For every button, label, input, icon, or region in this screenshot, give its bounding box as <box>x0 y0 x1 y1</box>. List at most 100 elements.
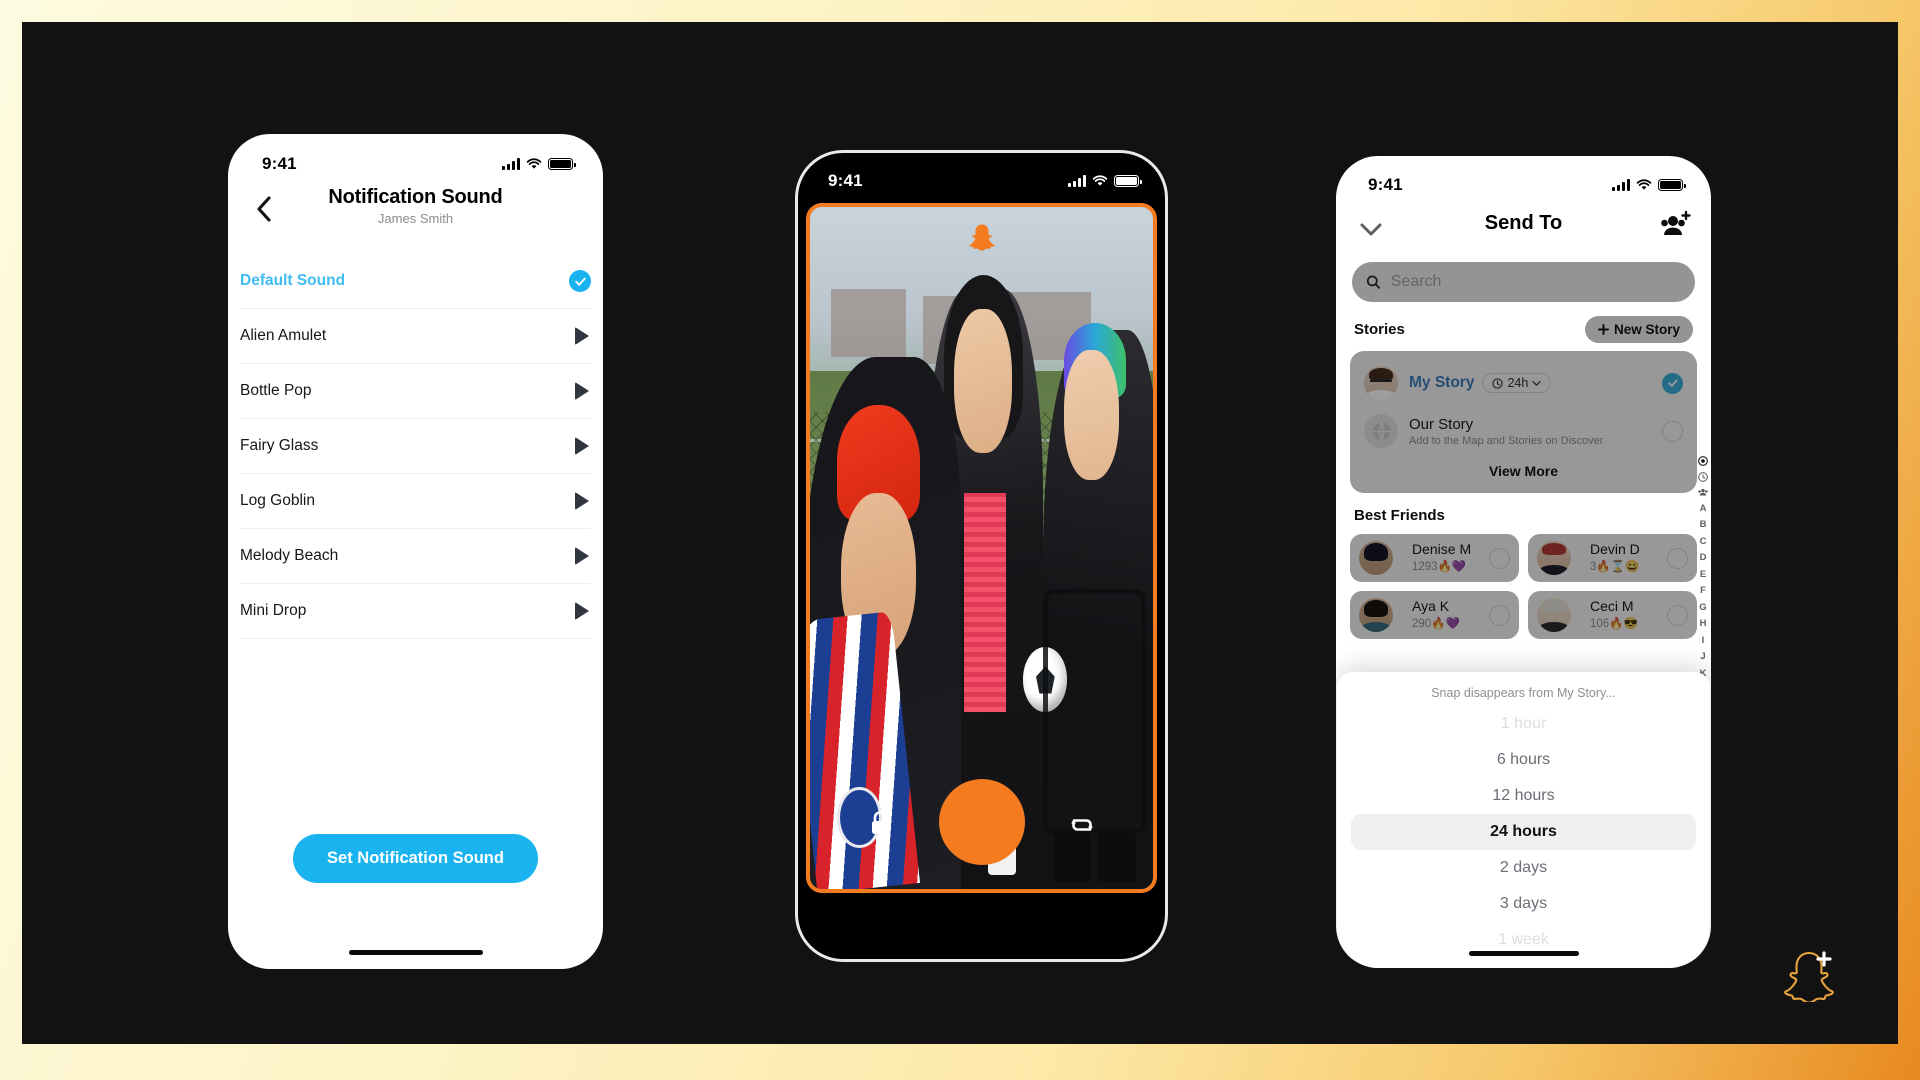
lock-icon[interactable] <box>868 809 892 837</box>
photo-face <box>1063 350 1119 480</box>
status-icons <box>502 158 576 170</box>
photo-face <box>954 309 1013 453</box>
wifi-icon <box>1092 175 1108 187</box>
friend-select-toggle[interactable] <box>1489 604 1510 626</box>
picker-option[interactable]: 1 hour <box>1351 706 1696 742</box>
story-row-our-story[interactable]: Our Story Add to the Map and Stories on … <box>1354 407 1693 455</box>
friend-text: Denise M 1293🔥💜 <box>1412 541 1481 575</box>
friend-meta: 290🔥💜 <box>1412 618 1460 630</box>
sound-label: Fairy Glass <box>240 437 319 454</box>
phone-send-to: 9:41 Send To Search Stories New Story My… <box>1336 156 1711 968</box>
add-friends-button[interactable] <box>1659 210 1691 240</box>
sound-row[interactable]: Log Goblin <box>240 474 591 529</box>
sound-row-default[interactable]: Default Sound <box>240 254 591 309</box>
sound-row[interactable]: Alien Amulet <box>240 309 591 364</box>
collapse-button[interactable] <box>1356 214 1386 244</box>
group-icon[interactable] <box>1698 487 1708 497</box>
best-friends-section-header: Best Friends <box>1336 493 1711 532</box>
bitmoji-avatar <box>1364 366 1398 400</box>
search-icon <box>1366 275 1381 289</box>
screenshot-canvas: 9:41 Notification Sound James Smith Defa… <box>22 22 1898 1044</box>
snapchat-ghost-icon <box>968 223 996 253</box>
camera-controls <box>810 773 1153 869</box>
cellular-signal-icon <box>502 158 520 170</box>
page-title: Notification Sound <box>328 186 503 208</box>
view-more-button[interactable]: View More <box>1354 455 1693 485</box>
play-icon[interactable] <box>575 437 589 455</box>
status-bar: 9:41 <box>1336 156 1711 202</box>
status-bar: 9:41 <box>228 134 603 182</box>
sound-row[interactable]: Fairy Glass <box>240 419 591 474</box>
friend-select-toggle[interactable] <box>1667 604 1688 626</box>
play-icon[interactable] <box>575 602 589 620</box>
search-input[interactable] <box>1390 273 1681 291</box>
friend-card[interactable]: Ceci M 106🔥😎 <box>1528 591 1697 639</box>
set-notification-sound-button[interactable]: Set Notification Sound <box>293 834 538 883</box>
index-letter[interactable]: C <box>1700 536 1707 547</box>
story-select-toggle[interactable] <box>1662 372 1683 394</box>
play-icon[interactable] <box>575 547 589 565</box>
sound-label: Mini Drop <box>240 602 307 619</box>
play-icon[interactable] <box>575 382 589 400</box>
picker-option[interactable]: 12 hours <box>1351 778 1696 814</box>
bitmoji-icon[interactable] <box>1698 456 1708 466</box>
nav-bar: Notification Sound James Smith <box>228 182 603 244</box>
picker-title: Snap disappears from My Story... <box>1431 686 1616 700</box>
index-letter[interactable]: D <box>1700 552 1707 563</box>
cellular-signal-icon <box>1068 175 1086 187</box>
camera-flip-icon[interactable] <box>1067 811 1097 839</box>
picker-option[interactable]: 2 days <box>1351 850 1696 886</box>
sound-row[interactable]: Melody Beach <box>240 529 591 584</box>
story-name: Our Story <box>1409 415 1474 433</box>
friend-card[interactable]: Devin D 3🔥⌛😄 <box>1528 534 1697 582</box>
play-icon[interactable] <box>575 327 589 345</box>
index-letter[interactable]: A <box>1700 503 1707 514</box>
back-button[interactable] <box>246 192 280 226</box>
phone-camera-preview: 9:41 <box>795 150 1168 962</box>
check-icon[interactable] <box>569 270 591 292</box>
friend-text: Ceci M 106🔥😎 <box>1590 598 1659 632</box>
sound-row[interactable]: Bottle Pop <box>240 364 591 419</box>
home-indicator <box>1468 951 1579 956</box>
picker-option[interactable]: 3 days <box>1351 886 1696 922</box>
story-select-toggle[interactable] <box>1662 420 1683 442</box>
picker-option-selected[interactable]: 24 hours <box>1351 814 1696 850</box>
camera-viewfinder[interactable] <box>806 203 1157 893</box>
duration-chip[interactable]: 24h <box>1482 373 1552 393</box>
recents-clock-icon[interactable] <box>1698 471 1708 482</box>
index-letter[interactable]: G <box>1699 602 1706 613</box>
story-row-my-story[interactable]: My Story 24h <box>1354 359 1693 407</box>
index-letter[interactable]: H <box>1700 618 1707 629</box>
index-letter[interactable]: J <box>1700 651 1705 662</box>
snapchat-add-logo[interactable] <box>1778 940 1840 1004</box>
play-icon[interactable] <box>575 492 589 510</box>
story-text: Our Story Add to the Map and Stories on … <box>1409 416 1662 447</box>
story-subtitle: Add to the Map and Stories on Discover <box>1409 434 1604 447</box>
index-letter[interactable]: E <box>1700 569 1706 580</box>
home-indicator <box>348 950 483 955</box>
index-letter[interactable]: F <box>1700 585 1706 596</box>
avatar <box>1537 598 1571 632</box>
sound-label: Bottle Pop <box>240 382 312 399</box>
search-field[interactable] <box>1352 262 1695 302</box>
wifi-icon <box>526 158 542 170</box>
index-letter[interactable]: B <box>1700 519 1707 530</box>
page-title: Send To <box>1484 212 1563 234</box>
globe-icon <box>1364 414 1398 448</box>
friend-meta: 1293🔥💜 <box>1412 561 1467 573</box>
section-title: Stories <box>1354 321 1405 338</box>
shutter-button[interactable] <box>938 779 1025 865</box>
friend-meta: 3🔥⌛😄 <box>1590 561 1640 573</box>
avatar <box>1359 541 1393 575</box>
friend-card[interactable]: Aya K 290🔥💜 <box>1350 591 1519 639</box>
index-letter[interactable]: I <box>1702 635 1705 646</box>
friend-name: Devin D <box>1590 541 1640 557</box>
friend-select-toggle[interactable] <box>1667 547 1688 569</box>
picker-option[interactable]: 6 hours <box>1351 742 1696 778</box>
sound-row[interactable]: Mini Drop <box>240 584 591 639</box>
friend-text: Aya K 290🔥💜 <box>1412 598 1481 632</box>
friend-card[interactable]: Denise M 1293🔥💜 <box>1350 534 1519 582</box>
friend-select-toggle[interactable] <box>1489 547 1510 569</box>
chevron-down-icon <box>1360 223 1382 236</box>
new-story-button[interactable]: New Story <box>1584 316 1693 343</box>
